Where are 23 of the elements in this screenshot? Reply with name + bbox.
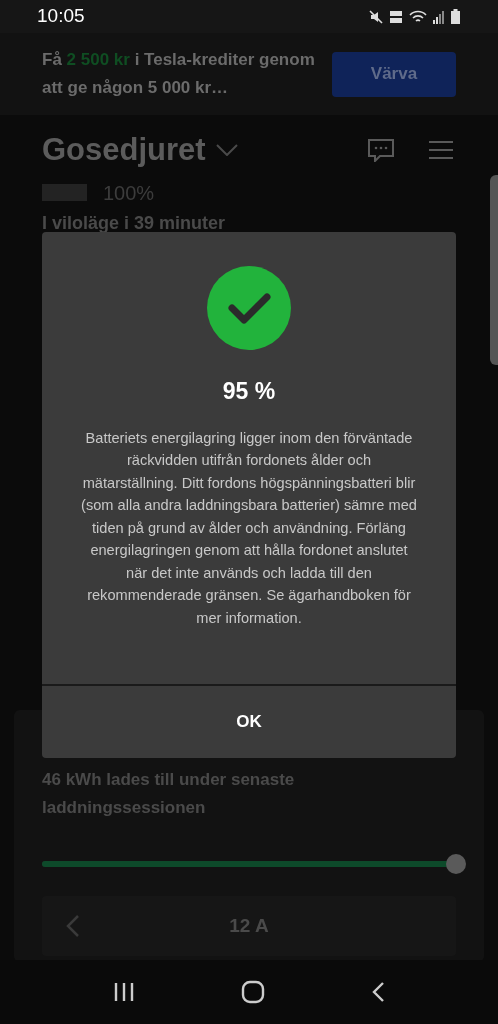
- battery-icon: [451, 9, 460, 24]
- mute-icon: [369, 9, 383, 24]
- vehicle-status: I viloläge i 39 minuter: [42, 211, 227, 234]
- referral-text: Få 2 500 kr i Tesla-krediter genom att ge någon 5 000 kr…: [42, 49, 316, 99]
- slider-thumb[interactable]: [446, 854, 466, 874]
- vehicle-name[interactable]: Gosedjuret: [42, 127, 206, 174]
- recent-apps-icon[interactable]: [113, 982, 135, 1002]
- dialog-title: 95 %: [222, 377, 276, 406]
- checkmark-icon: [207, 266, 291, 350]
- back-icon[interactable]: [371, 981, 385, 1003]
- refer-button[interactable]: Värva: [332, 51, 456, 97]
- menu-icon[interactable]: [429, 140, 453, 161]
- dialog-message: Batteriets energilagring ligger inom den förväntade räckvidden utifrån fordonets ålder och mätarställning. Ditt fordons högspänningsbatteri blir (som alla andra laddningsbara batterier) sämre med tiden på grund av ålder och användning. Förläng energilagringen genom att hålla fordonet anslutet när det inte används och ladda till den rekommenderade gränsen. Se ägarhandboken för mer information.: [81, 428, 417, 628]
- scroll-handle[interactable]: [490, 175, 498, 365]
- signal-icon: [433, 9, 445, 24]
- home-icon[interactable]: [241, 980, 265, 1004]
- chat-icon[interactable]: [367, 138, 395, 163]
- clock: 10:05: [37, 4, 85, 29]
- charge-session-text: 46 kWh lades till under senaste laddningssessionen: [42, 769, 296, 819]
- ok-button[interactable]: OK: [42, 686, 456, 758]
- chevron-down-icon[interactable]: [215, 144, 238, 157]
- wifi-icon: [409, 9, 427, 24]
- chevron-left-icon[interactable]: [66, 914, 80, 938]
